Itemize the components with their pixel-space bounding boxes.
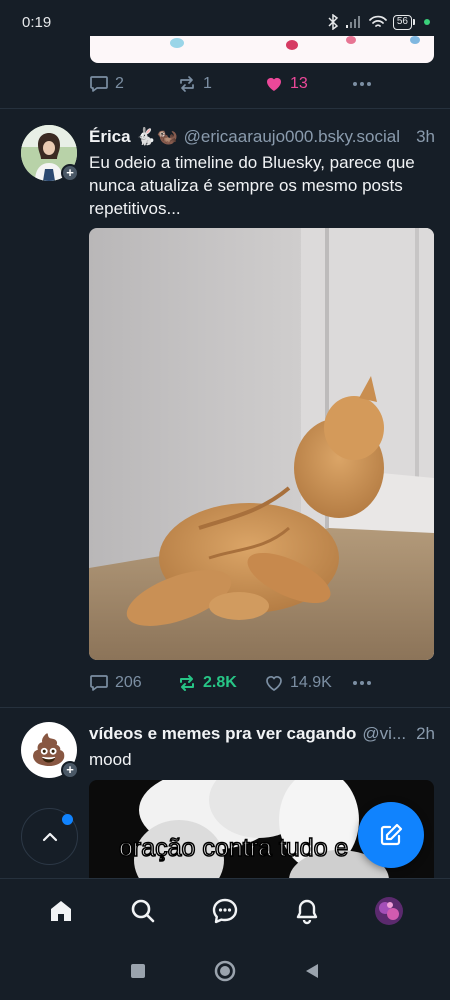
post-text: mood xyxy=(89,750,132,769)
post-text: Eu odeio a timeline do Bluesky, parece q… xyxy=(89,153,415,218)
notifications-icon xyxy=(296,899,318,924)
display-name[interactable]: vídeos e memes pra ver cagando xyxy=(89,724,356,744)
compose-icon xyxy=(380,823,403,846)
scroll-to-top-button[interactable] xyxy=(21,808,78,865)
repost-button[interactable]: 1 xyxy=(177,74,264,94)
post-divider xyxy=(0,108,450,109)
home-circle-icon[interactable] xyxy=(214,960,236,982)
repost-count: 2.8K xyxy=(203,674,237,691)
recent-apps-icon[interactable] xyxy=(129,962,147,980)
nav-home[interactable] xyxy=(41,891,81,931)
timestamp[interactable]: 2h xyxy=(416,724,435,744)
follow-plus-icon[interactable]: + xyxy=(61,761,79,779)
reply-button[interactable]: 206 xyxy=(89,673,177,693)
search-icon xyxy=(131,899,155,922)
post-media-gif[interactable] xyxy=(89,228,434,660)
nav-search[interactable] xyxy=(123,891,163,931)
system-navigation xyxy=(0,942,450,1000)
back-icon[interactable] xyxy=(303,962,321,980)
post-divider xyxy=(0,707,450,708)
handle[interactable]: @vi... xyxy=(362,724,410,744)
cat-image xyxy=(89,228,434,660)
more-options-button[interactable] xyxy=(351,74,373,94)
handle[interactable]: @ericaaraujo000.bsky.social xyxy=(184,127,410,147)
status-icons: 56 xyxy=(327,14,430,30)
poop-emoji-icon: 💩 xyxy=(30,733,68,767)
privacy-indicator xyxy=(424,19,430,25)
repost-button[interactable]: 2.8K xyxy=(177,673,264,693)
nav-chat[interactable] xyxy=(205,891,245,931)
reply-count: 206 xyxy=(115,674,142,691)
like-count: 14.9K xyxy=(290,674,332,691)
heart-icon xyxy=(266,676,282,691)
like-button[interactable]: 14.9K xyxy=(264,673,351,693)
more-dots-icon xyxy=(353,681,371,685)
nav-profile[interactable] xyxy=(369,891,409,931)
reply-icon xyxy=(90,675,108,691)
more-dots-icon xyxy=(353,82,371,86)
new-posts-badge xyxy=(62,814,73,825)
compose-post-button[interactable] xyxy=(358,802,424,868)
repost-icon xyxy=(180,675,194,691)
reply-count: 2 xyxy=(115,75,124,92)
profile-avatar xyxy=(375,896,403,925)
post-actions: 206 2.8K 14.9K xyxy=(89,671,373,695)
repost-icon xyxy=(180,76,194,92)
chevron-up-icon xyxy=(42,832,57,841)
battery-icon: 56 xyxy=(392,14,415,30)
bottom-navigation xyxy=(0,878,450,942)
battery-level: 56 xyxy=(392,14,412,30)
clock: 0:19 xyxy=(22,13,52,31)
post-header: Érica 🐇🦦 @ericaaraujo000.bsky.social 3h xyxy=(89,127,435,147)
bluetooth-icon xyxy=(328,14,339,30)
heart-filled-icon xyxy=(266,77,282,91)
repost-count: 1 xyxy=(203,75,212,92)
signal-icon xyxy=(345,16,360,28)
reply-button[interactable]: 2 xyxy=(89,74,177,94)
like-count: 13 xyxy=(290,75,308,92)
wifi-icon xyxy=(369,15,387,27)
like-button[interactable]: 13 xyxy=(264,74,351,94)
timestamp[interactable]: 3h xyxy=(416,127,435,147)
previous-post-actions: 2 1 13 xyxy=(89,72,373,96)
post-header: vídeos e memes pra ver cagando @vi... 2h xyxy=(89,724,435,744)
video-caption: oração contra tudo e xyxy=(118,833,349,863)
status-bar: 0:19 56 xyxy=(0,0,450,44)
chat-icon xyxy=(212,898,238,923)
display-name[interactable]: Érica 🐇🦦 xyxy=(89,127,178,147)
feed: 2 1 13 + Érica 🐇🦦 @ericaaraujo000.bsky.s xyxy=(0,0,450,880)
more-options-button[interactable] xyxy=(351,673,373,693)
reply-icon xyxy=(90,76,108,92)
home-icon xyxy=(51,900,71,921)
follow-plus-icon[interactable]: + xyxy=(61,164,79,182)
nav-notifications[interactable] xyxy=(287,891,327,931)
